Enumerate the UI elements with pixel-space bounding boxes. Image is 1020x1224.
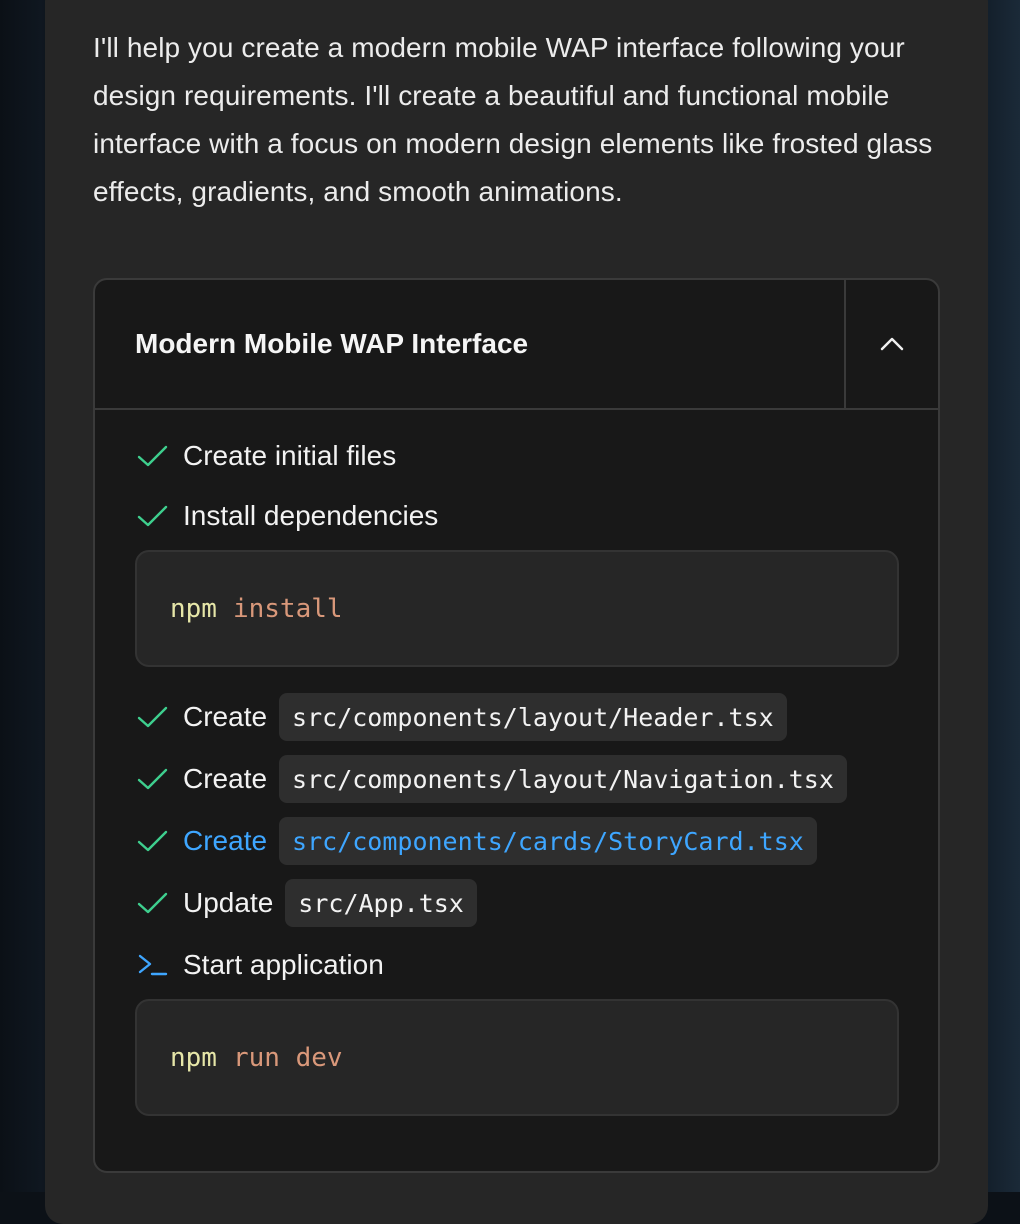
command-block-install[interactable]: npm install bbox=[135, 550, 899, 667]
check-icon bbox=[137, 440, 169, 472]
check-icon bbox=[137, 887, 169, 919]
step-label: Install dependencies bbox=[183, 498, 438, 534]
step-label: Start application bbox=[183, 947, 384, 983]
file-path-chip[interactable]: src/components/layout/Navigation.tsx bbox=[279, 755, 847, 803]
file-path-chip[interactable]: src/App.tsx bbox=[285, 879, 477, 927]
chevron-up-icon bbox=[879, 336, 905, 352]
collapse-button[interactable] bbox=[844, 280, 938, 408]
check-icon bbox=[137, 763, 169, 795]
artifact-title: Modern Mobile WAP Interface bbox=[135, 326, 528, 362]
command-block-dev[interactable]: npm run dev bbox=[135, 999, 899, 1116]
command-args: install bbox=[233, 594, 343, 624]
file-path-chip[interactable]: src/components/cards/StoryCard.tsx bbox=[279, 817, 817, 865]
step-start-application: Start application bbox=[137, 941, 384, 989]
step-label: Create bbox=[183, 761, 267, 797]
step-create-storycard: Create src/components/cards/StoryCard.ts… bbox=[137, 817, 817, 865]
command-program: npm bbox=[170, 594, 217, 624]
check-icon bbox=[137, 701, 169, 733]
assistant-message: I'll help you create a modern mobile WAP… bbox=[45, 0, 988, 1224]
step-create-initial-files: Create initial files bbox=[137, 432, 396, 480]
check-icon bbox=[137, 500, 169, 532]
file-path-chip[interactable]: src/components/layout/Header.tsx bbox=[279, 693, 787, 741]
artifact-header[interactable]: Modern Mobile WAP Interface bbox=[95, 280, 938, 410]
step-label: Create bbox=[183, 699, 267, 735]
command-program: npm bbox=[170, 1043, 217, 1073]
step-create-header: Create src/components/layout/Header.tsx bbox=[137, 693, 787, 741]
step-install-dependencies: Install dependencies bbox=[137, 492, 438, 540]
step-create-navigation: Create src/components/layout/Navigation.… bbox=[137, 755, 847, 803]
step-label: Create bbox=[183, 823, 267, 859]
step-label: Update bbox=[183, 885, 273, 921]
command-args: run dev bbox=[233, 1043, 343, 1073]
terminal-icon bbox=[137, 949, 169, 981]
artifact-panel: Modern Mobile WAP Interface Create initi… bbox=[93, 278, 940, 1173]
message-text: I'll help you create a modern mobile WAP… bbox=[93, 24, 953, 216]
step-label: Create initial files bbox=[183, 438, 396, 474]
step-update-app: Update src/App.tsx bbox=[137, 879, 477, 927]
check-icon bbox=[137, 825, 169, 857]
